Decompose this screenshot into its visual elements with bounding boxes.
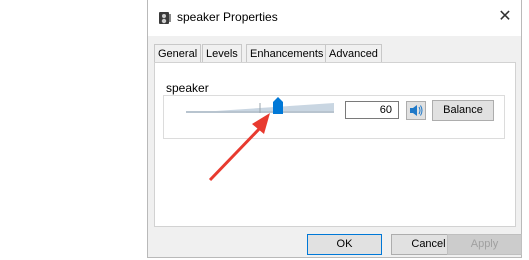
ok-button[interactable]: OK — [307, 234, 382, 255]
tab-levels[interactable]: Levels — [202, 44, 242, 62]
tab-levels-label: Levels — [206, 48, 238, 60]
speaker-volume-icon — [410, 105, 423, 116]
tab-advanced[interactable]: Advanced — [325, 44, 382, 62]
tab-enhancements[interactable]: Enhancements — [246, 44, 328, 62]
title-bar: speaker Properties ✕ — [148, 0, 521, 36]
volume-slider-track[interactable] — [186, 103, 334, 113]
balance-button[interactable]: Balance — [432, 100, 494, 121]
window-title: speaker Properties — [177, 10, 278, 24]
tab-general[interactable]: General — [154, 44, 202, 62]
levels-panel: speaker 60 Balance — [154, 62, 516, 227]
speaker-properties-dialog: speaker Properties ✕ General Levels Enha… — [147, 0, 522, 258]
volume-slider-thumb[interactable] — [273, 97, 283, 114]
speaker-icon — [159, 12, 171, 24]
apply-button[interactable]: Apply — [447, 234, 522, 255]
volume-value-field[interactable]: 60 — [345, 101, 399, 119]
close-button[interactable]: ✕ — [495, 7, 515, 27]
group-label: speaker — [163, 81, 212, 95]
mute-button[interactable] — [406, 101, 426, 120]
